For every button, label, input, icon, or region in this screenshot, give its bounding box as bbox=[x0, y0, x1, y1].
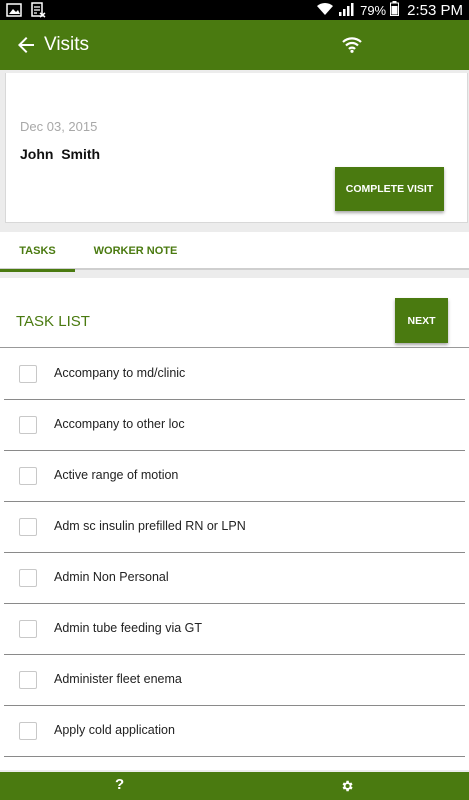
tab-tasks[interactable]: TASKS bbox=[0, 232, 75, 272]
tab-bar: TASKS WORKER NOTE bbox=[0, 232, 469, 272]
task-checkbox[interactable] bbox=[19, 671, 37, 689]
task-row[interactable]: Adm sc insulin prefilled RN or LPN bbox=[4, 502, 465, 553]
task-checkbox[interactable] bbox=[19, 416, 37, 434]
client-name: John Smith bbox=[20, 146, 101, 162]
task-row[interactable]: Active range of motion bbox=[4, 451, 465, 502]
visit-date: Dec 03, 2015 bbox=[20, 119, 98, 134]
task-list-title: TASK LIST bbox=[16, 313, 90, 330]
tab-worker-note[interactable]: WORKER NOTE bbox=[83, 232, 188, 270]
wifi-icon bbox=[316, 2, 334, 19]
task-label: Admin Non Personal bbox=[54, 570, 169, 584]
task-checkbox[interactable] bbox=[19, 569, 37, 587]
task-label: Adm sc insulin prefilled RN or LPN bbox=[54, 519, 246, 533]
task-label: Accompany to md/clinic bbox=[54, 366, 186, 380]
task-checkbox[interactable] bbox=[19, 722, 37, 740]
task-label: Accompany to other loc bbox=[54, 417, 185, 431]
arrow-left-icon bbox=[14, 37, 38, 61]
task-row[interactable]: Accompany to other loc bbox=[4, 400, 465, 451]
task-row[interactable]: Accompany to md/clinic bbox=[4, 349, 465, 400]
task-checkbox[interactable] bbox=[19, 518, 37, 536]
gear-icon bbox=[340, 780, 354, 797]
help-button[interactable]: ? bbox=[115, 776, 124, 793]
page-title: Visits bbox=[44, 34, 90, 55]
wifi-icon bbox=[341, 35, 363, 58]
task-label: Apply cold application bbox=[54, 723, 175, 737]
back-button[interactable] bbox=[14, 33, 38, 57]
task-panel: TASK LIST NEXT Accompany to md/clinic Ac… bbox=[0, 278, 469, 770]
app-bar: Visits bbox=[0, 20, 469, 70]
task-checkbox[interactable] bbox=[19, 467, 37, 485]
task-label: Active range of motion bbox=[54, 468, 179, 482]
status-bar: 79% 2:53 PM bbox=[0, 0, 469, 20]
task-checkbox[interactable] bbox=[19, 365, 37, 383]
task-row[interactable]: Apply cold application bbox=[4, 706, 465, 757]
clock-time: 2:53 PM bbox=[407, 1, 463, 19]
battery-icon bbox=[390, 1, 400, 19]
task-row[interactable]: Administer fleet enema bbox=[4, 655, 465, 706]
next-button[interactable]: NEXT bbox=[395, 298, 448, 343]
visit-card: Dec 03, 2015 John Smith COMPLETE VISIT bbox=[5, 73, 468, 223]
bottom-bar: ? bbox=[0, 772, 469, 800]
task-header: TASK LIST NEXT bbox=[0, 278, 469, 348]
settings-button[interactable] bbox=[340, 779, 354, 793]
task-label: Administer fleet enema bbox=[54, 672, 182, 686]
task-row[interactable]: Admin tube feeding via GT bbox=[4, 604, 465, 655]
signal-icon bbox=[338, 2, 356, 19]
battery-percent: 79% bbox=[360, 2, 387, 18]
task-list: Accompany to md/clinic Accompany to othe… bbox=[4, 349, 465, 757]
task-label: Admin tube feeding via GT bbox=[54, 621, 202, 635]
task-checkbox[interactable] bbox=[19, 620, 37, 638]
task-row[interactable]: Admin Non Personal bbox=[4, 553, 465, 604]
complete-visit-button[interactable]: COMPLETE VISIT bbox=[335, 167, 444, 211]
